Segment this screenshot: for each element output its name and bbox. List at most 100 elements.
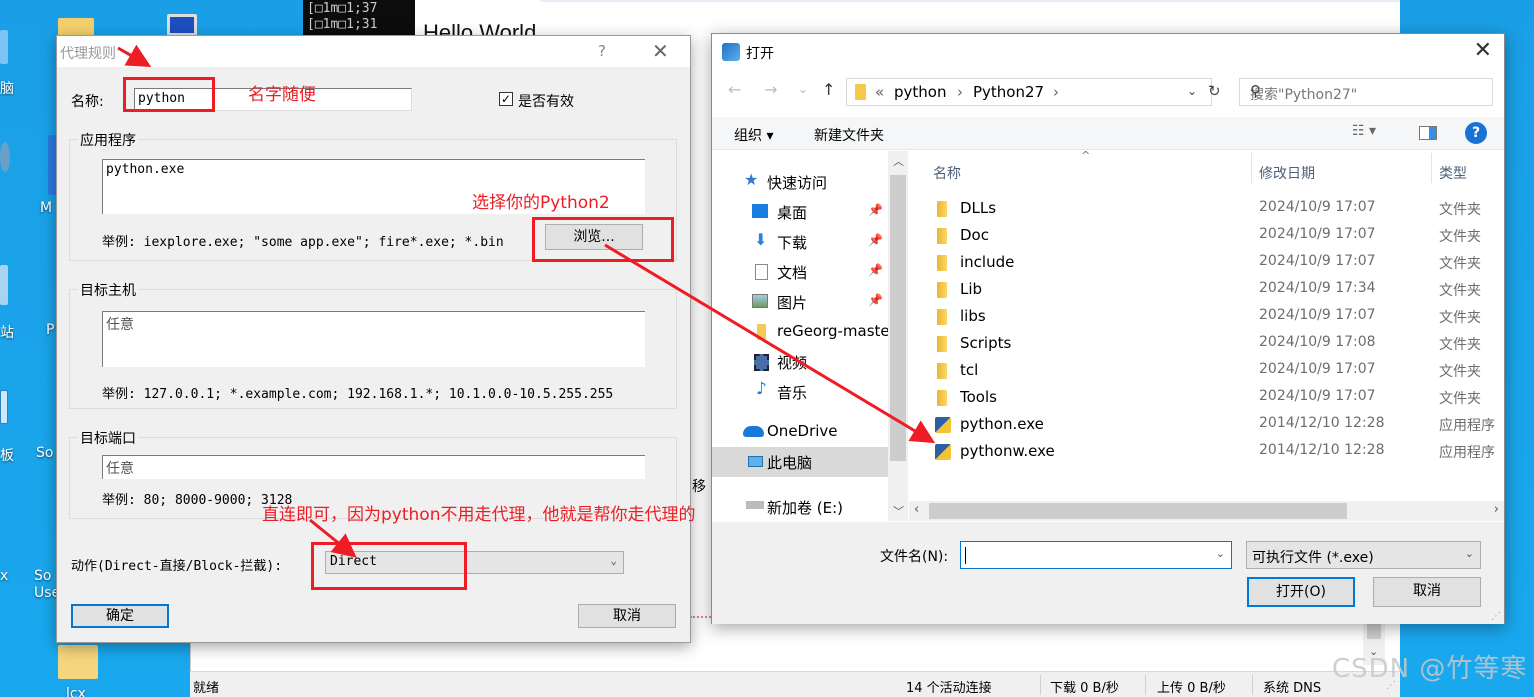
nav-item-quick-access[interactable]: ★ 快速访问: [712, 167, 888, 197]
column-header-type[interactable]: 类型: [1439, 163, 1467, 183]
desktop-icon-partial[interactable]: [0, 265, 8, 305]
close-button[interactable]: ✕: [652, 39, 669, 63]
file-type-select[interactable]: 可执行文件 (*.exe) ⌄: [1246, 541, 1481, 569]
column-header-date[interactable]: 修改日期: [1259, 163, 1315, 183]
background-app-header: [415, 0, 1400, 36]
search-icon[interactable]: ⚲: [1250, 82, 1482, 100]
file-type: 应用程序: [1439, 418, 1495, 434]
nav-item-pictures[interactable]: 图片 📌: [712, 287, 888, 317]
nav-item-this-pc[interactable]: 此电脑: [712, 447, 888, 477]
open-file-dialog: 打开 ✕ ← → ⌄ ↑ « python › Python27 › ⌄ ↻ 搜…: [711, 33, 1505, 624]
nav-item-label: 视频: [777, 354, 808, 372]
search-box[interactable]: 搜索"Python27" ⚲: [1239, 78, 1493, 106]
file-row[interactable]: tcl 2024/10/9 17:07 文件夹: [909, 357, 1504, 384]
cancel-button[interactable]: 取消: [1373, 577, 1481, 607]
resize-grip-icon[interactable]: ⋰: [1491, 611, 1501, 622]
folder-icon: [937, 363, 947, 379]
up-arrow-icon[interactable]: ↑: [822, 80, 835, 99]
forward-arrow-icon[interactable]: →: [764, 80, 777, 99]
breadcrumb-python[interactable]: python: [894, 83, 946, 101]
view-options-icon[interactable]: ☷ ▾: [1352, 123, 1376, 139]
app-shortcut-icon[interactable]: [48, 135, 56, 195]
close-button[interactable]: ✕: [1474, 38, 1492, 63]
help-button[interactable]: ?: [598, 42, 606, 60]
breadcrumb-separator[interactable]: ›: [957, 83, 963, 101]
status-download: 下载 0 B/秒: [1050, 681, 1119, 696]
refresh-icon[interactable]: ↻: [1208, 82, 1221, 100]
preview-pane-icon[interactable]: [1419, 126, 1437, 140]
column-header-name[interactable]: 名称: [933, 163, 961, 183]
chevron-down-icon[interactable]: ⌄: [1216, 547, 1225, 560]
file-type-value: 可执行文件 (*.exe): [1252, 550, 1374, 566]
nav-item-desktop[interactable]: 桌面 📌: [712, 197, 888, 227]
navigation-scrollbar[interactable]: ︿ ﹀: [888, 151, 908, 521]
file-row[interactable]: python.exe 2014/12/10 12:28 应用程序: [909, 411, 1504, 438]
file-row[interactable]: include 2024/10/9 17:07 文件夹: [909, 249, 1504, 276]
scroll-up-icon[interactable]: ︿: [893, 153, 904, 169]
recent-locations-icon[interactable]: ⌄: [798, 82, 808, 96]
annotation-action-note: 直连即可，因为python不用走代理，他就是帮你走代理的: [262, 505, 696, 525]
download-icon: ⬇: [754, 230, 768, 249]
open-button[interactable]: 打开(O): [1247, 577, 1355, 607]
back-arrow-icon[interactable]: ←: [728, 80, 741, 99]
file-row[interactable]: Doc 2024/10/9 17:07 文件夹: [909, 222, 1504, 249]
terminal-window[interactable]: [□1m□1;37 [□1m□1;31: [303, 0, 415, 36]
new-folder-button[interactable]: 新建文件夹: [814, 125, 884, 145]
folder-icon: [937, 228, 947, 244]
column-separator[interactable]: [1251, 153, 1252, 183]
nav-item-documents[interactable]: 文档 📌: [712, 257, 888, 287]
nav-item-drive-e[interactable]: 新加卷 (E:): [712, 487, 888, 517]
file-type: 文件夹: [1439, 256, 1481, 272]
dialog-title-bar[interactable]: 代理规则 ? ✕: [57, 36, 690, 67]
file-row[interactable]: pythonw.exe 2014/12/10 12:28 应用程序: [909, 438, 1504, 465]
folder-icon[interactable]: [58, 645, 98, 679]
filename-input[interactable]: ⌄: [960, 541, 1232, 569]
cancel-button[interactable]: 取消: [578, 604, 676, 628]
scroll-right-icon[interactable]: ›: [1494, 502, 1499, 517]
address-bar[interactable]: « python › Python27 › ⌄ ↻: [846, 78, 1221, 106]
file-name: pythonw.exe: [960, 442, 1055, 460]
nav-item-regeorg[interactable]: reGeorg-maste: [712, 317, 890, 347]
scrollbar-thumb[interactable]: [929, 503, 1347, 519]
address-dropdown-icon[interactable]: ⌄: [1187, 84, 1197, 98]
target-port-input[interactable]: 任意: [102, 455, 645, 479]
desktop-icon-partial[interactable]: [0, 142, 10, 172]
organize-menu[interactable]: 组织 ▾: [734, 125, 773, 145]
breadcrumb-separator[interactable]: ›: [1053, 83, 1059, 101]
help-icon[interactable]: ?: [1465, 122, 1487, 144]
status-separator: [1145, 675, 1146, 695]
column-separator[interactable]: [1431, 153, 1432, 183]
open-dialog-title-bar[interactable]: 打开 ✕: [712, 34, 1504, 70]
monitor-icon[interactable]: [167, 14, 197, 36]
nav-item-videos[interactable]: 视频: [712, 347, 888, 377]
nav-item-music[interactable]: ♪ 音乐: [712, 377, 888, 407]
desktop-icon-partial[interactable]: [0, 390, 8, 424]
status-ready: 就绪: [193, 681, 220, 696]
enabled-checkbox[interactable]: ✓: [499, 92, 513, 106]
watermark: CSDN @竹等寒: [1332, 654, 1528, 684]
horizontal-scrollbar[interactable]: ‹ ›: [909, 501, 1504, 521]
status-separator: [1040, 675, 1041, 695]
file-row[interactable]: Lib 2024/10/9 17:34 文件夹: [909, 276, 1504, 303]
chevron-down-icon: ⌄: [610, 554, 617, 567]
file-row[interactable]: Scripts 2024/10/9 17:08 文件夹: [909, 330, 1504, 357]
breadcrumb-python27[interactable]: Python27: [973, 83, 1044, 101]
desktop-icon-partial[interactable]: [0, 30, 8, 64]
file-row[interactable]: DLLs 2024/10/9 17:07 文件夹: [909, 195, 1504, 222]
scroll-down-icon[interactable]: ﹀: [893, 503, 904, 519]
file-name: include: [960, 253, 1015, 271]
ok-button[interactable]: 确定: [71, 604, 169, 628]
target-host-input[interactable]: 任意: [102, 311, 645, 367]
nav-item-downloads[interactable]: ⬇ 下载 📌: [712, 227, 888, 257]
file-name: DLLs: [960, 199, 997, 217]
file-row[interactable]: Tools 2024/10/9 17:07 文件夹: [909, 384, 1504, 411]
file-row[interactable]: libs 2024/10/9 17:07 文件夹: [909, 303, 1504, 330]
open-dialog-title: 打开: [746, 46, 774, 62]
breadcrumb-overflow[interactable]: «: [875, 83, 884, 101]
scrollbar-thumb[interactable]: [890, 175, 906, 461]
python-file-icon: [935, 417, 951, 433]
file-date: 2024/10/9 17:07: [1259, 388, 1376, 404]
nav-item-onedrive[interactable]: OneDrive: [712, 417, 888, 447]
folder-icon: [937, 255, 947, 271]
scroll-left-icon[interactable]: ‹: [914, 502, 919, 517]
